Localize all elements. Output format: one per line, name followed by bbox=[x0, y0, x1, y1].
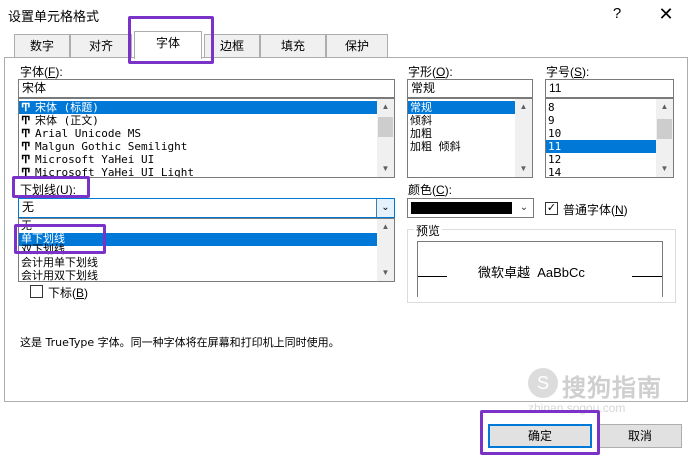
preview-sample: 微软卓越 AaBbCc bbox=[478, 265, 585, 280]
preview-box: 微软卓越 AaBbCc bbox=[417, 241, 663, 297]
close-button[interactable]: ✕ bbox=[648, 0, 684, 28]
info-text: 这是 TrueType 字体。同一种字体将在屏幕和打印机上同时使用。 bbox=[20, 336, 340, 349]
size-list-item[interactable]: 11 bbox=[546, 140, 656, 153]
size-list-item[interactable]: 12 bbox=[546, 153, 561, 166]
font-input[interactable]: 宋体 bbox=[18, 79, 395, 98]
size-list-item[interactable]: 10 bbox=[546, 127, 561, 140]
preview-legend: 预览 bbox=[414, 222, 443, 239]
style-list-item[interactable]: 常规 bbox=[408, 101, 515, 114]
tab-number[interactable]: 数字 bbox=[14, 34, 70, 58]
tab-fill[interactable]: 填充 bbox=[260, 34, 326, 58]
scroll-down-icon[interactable]: ▼ bbox=[656, 161, 673, 177]
highlight-ok-button bbox=[480, 410, 600, 455]
size-list-item[interactable]: 8 bbox=[546, 101, 555, 114]
font-list-item[interactable]: Ͳ 宋体 (正文) bbox=[19, 114, 99, 127]
underline-option[interactable]: 会计用单下划线 bbox=[19, 257, 98, 270]
preview-line-left bbox=[418, 276, 447, 277]
tab-strip: 数字 对齐 字体 边框 填充 保护 bbox=[0, 30, 692, 59]
underline-option[interactable]: 会计用双下划线 bbox=[19, 270, 98, 281]
font-list-item[interactable]: Ͳ Microsoft YaHei UI bbox=[19, 153, 154, 166]
help-button[interactable]: ? bbox=[604, 2, 630, 26]
style-list-item[interactable]: 倾斜 bbox=[408, 114, 432, 127]
highlight-single-underline bbox=[14, 224, 106, 254]
scroll-down-icon[interactable]: ▼ bbox=[377, 265, 394, 281]
cancel-button[interactable]: 取消 bbox=[598, 424, 682, 448]
scroll-up-icon[interactable]: ▲ bbox=[656, 99, 673, 115]
size-list[interactable]: 8 9 10 11 12 14 ▲ ▼ bbox=[545, 98, 674, 178]
watermark-text: 搜狗指南 bbox=[562, 375, 662, 402]
preview-line-right bbox=[632, 276, 662, 277]
tab-font[interactable]: 字体 bbox=[134, 31, 202, 59]
underline-dropdown[interactable]: 无 ⌄ bbox=[18, 198, 395, 218]
color-picker[interactable]: ⌄ bbox=[407, 198, 534, 218]
underline-value: 无 bbox=[22, 200, 35, 214]
scroll-down-icon[interactable]: ▼ bbox=[377, 161, 394, 177]
style-list-scrollbar[interactable]: ▲ ▼ bbox=[515, 99, 532, 177]
style-label: 字形(O): bbox=[408, 65, 453, 79]
size-input[interactable]: 11 bbox=[545, 79, 674, 98]
size-list-scrollbar[interactable]: ▲ ▼ bbox=[656, 99, 673, 177]
style-list[interactable]: 常规 倾斜 加粗 加粗 倾斜 ▲ ▼ bbox=[407, 98, 533, 178]
chevron-down-icon[interactable]: ⌄ bbox=[376, 199, 394, 217]
color-swatch bbox=[411, 202, 512, 214]
scroll-up-icon[interactable]: ▲ bbox=[377, 99, 394, 115]
style-list-item[interactable]: 加粗 倾斜 bbox=[408, 140, 461, 153]
size-list-item[interactable]: 14 bbox=[546, 166, 561, 177]
normal-font-label: 普通字体(N) bbox=[563, 203, 628, 217]
font-list-item[interactable]: Ͳ Arial Unicode MS bbox=[19, 127, 141, 140]
style-list-item[interactable]: 加粗 bbox=[408, 127, 432, 140]
underline-list-scrollbar[interactable]: ▲ ▼ bbox=[377, 219, 394, 281]
scroll-up-icon[interactable]: ▲ bbox=[515, 99, 532, 115]
chevron-down-icon[interactable]: ⌄ bbox=[515, 199, 533, 217]
scroll-thumb[interactable] bbox=[378, 117, 393, 137]
font-list[interactable]: Ͳ 宋体 (标题) Ͳ 宋体 (正文) Ͳ Arial Unicode MS Ͳ Mal… bbox=[18, 98, 395, 178]
size-list-item[interactable]: 9 bbox=[546, 114, 555, 127]
subscript-checkbox[interactable] bbox=[30, 285, 43, 298]
size-label: 字号(S): bbox=[546, 65, 590, 79]
watermark-logo-icon: S bbox=[528, 368, 558, 398]
color-label: 颜色(C): bbox=[408, 183, 453, 197]
title-bar: 设置单元格格式 ? ✕ bbox=[0, 0, 692, 30]
style-input[interactable]: 常规 bbox=[407, 79, 533, 98]
subscript-label: 下标(B) bbox=[48, 286, 89, 300]
highlight-underline-label bbox=[12, 176, 90, 198]
font-list-scrollbar[interactable]: ▲ ▼ bbox=[377, 99, 394, 177]
font-label: 字体(F): bbox=[20, 65, 63, 79]
font-list-item[interactable]: Ͳ 宋体 (标题) bbox=[19, 101, 377, 114]
scroll-thumb[interactable] bbox=[657, 119, 672, 139]
tab-protection[interactable]: 保护 bbox=[326, 34, 388, 58]
scroll-up-icon[interactable]: ▲ bbox=[377, 219, 394, 235]
normal-font-checkbox[interactable]: ✓ bbox=[545, 202, 558, 215]
font-list-item[interactable]: Ͳ Malgun Gothic Semilight bbox=[19, 140, 187, 153]
scroll-down-icon[interactable]: ▼ bbox=[515, 161, 532, 177]
dialog-title: 设置单元格格式 bbox=[8, 9, 100, 24]
tab-alignment[interactable]: 对齐 bbox=[70, 34, 132, 58]
